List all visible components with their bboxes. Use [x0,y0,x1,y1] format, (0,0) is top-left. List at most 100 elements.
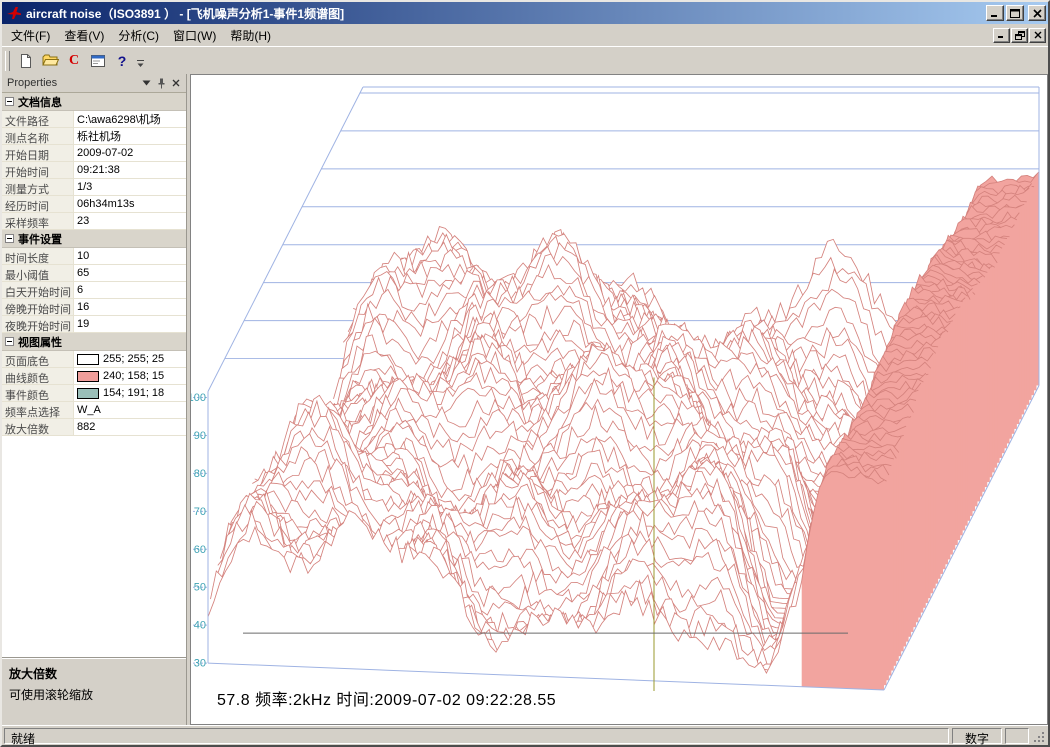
properties-panel-header[interactable]: Properties [2,74,186,93]
help-glyph: ? [118,53,127,69]
color-swatch [77,371,99,382]
collapse-icon[interactable] [5,337,14,346]
property-value: 1/3 [74,179,186,195]
statusbar: 就绪 数字 [2,725,1048,745]
properties-window-button[interactable] [86,49,110,72]
property-label: 最小阈值 [2,265,74,281]
property-value-text: 16 [77,301,89,313]
menu-analysis[interactable]: 分析(C) [111,24,166,47]
menu-window[interactable]: 窗口(W) [166,24,223,47]
property-label: 频率点选择 [2,402,74,418]
maximize-button[interactable] [1006,5,1024,21]
property-row[interactable]: 傍晚开始时间16 [2,299,186,316]
property-value-text: 65 [77,267,89,279]
app-icon [6,5,22,21]
app-window: aircraft noise（ISO3891 ） - [飞机噪声分析1-事件1频… [0,0,1050,747]
toolbar-overflow-button[interactable] [134,49,147,72]
property-value: 23 [74,213,186,229]
property-row[interactable]: 频率点选择W_A [2,402,186,419]
property-label: 采样频率 [2,213,74,229]
description-title: 放大倍数 [9,665,179,682]
close-icon[interactable] [169,77,183,90]
menu-view[interactable]: 查看(V) [57,24,111,47]
property-section-header[interactable]: 事件设置 [2,230,186,248]
menu-help[interactable]: 帮助(H) [223,24,278,47]
minimize-button[interactable] [986,5,1004,21]
axis-tick-label: 100 [191,392,206,404]
property-value: 255; 255; 25 [74,351,186,367]
property-value-text: 23 [77,215,89,227]
menu-file[interactable]: 文件(F) [4,24,57,47]
mdi-restore-button[interactable] [1011,28,1028,43]
property-row[interactable]: 文件路径C:\awa6298\机场 [2,111,186,128]
property-row[interactable]: 经历时间06h34m13s [2,196,186,213]
help-button[interactable]: ? [110,49,134,72]
property-row[interactable]: 页面底色255; 255; 25 [2,351,186,368]
property-value-text: W_A [77,404,101,416]
property-label: 白天开始时间 [2,282,74,298]
chinese-toggle-button[interactable]: C [62,49,86,72]
axis-tick-label: 80 [194,468,206,480]
axis-tick-label: 50 [194,582,206,594]
property-section-header[interactable]: 视图属性 [2,333,186,351]
property-row[interactable]: 放大倍数882 [2,419,186,436]
property-value-text: 255; 255; 25 [103,353,164,365]
property-row[interactable]: 事件颜色154; 191; 18 [2,385,186,402]
property-value-text: C:\awa6298\机场 [77,111,161,127]
property-value: 09:21:38 [74,162,186,178]
section-title: 视图属性 [18,334,62,350]
property-row[interactable]: 测量方式1/3 [2,179,186,196]
toolbar-grip[interactable] [5,51,10,71]
status-message: 就绪 [4,728,949,744]
titlebar[interactable]: aircraft noise（ISO3891 ） - [飞机噪声分析1-事件1频… [2,2,1048,24]
property-value-text: 09:21:38 [77,164,120,176]
property-value: 2009-07-02 [74,145,186,161]
property-row[interactable]: 时间长度10 [2,248,186,265]
mdi-close-button[interactable] [1029,28,1046,43]
mdi-minimize-button[interactable] [993,28,1010,43]
waterfall-plot[interactable]: 10090807060504030 [191,75,1047,724]
pin-icon[interactable] [154,77,168,90]
section-title: 文档信息 [18,94,62,110]
chevron-down-icon[interactable] [139,77,153,90]
property-label: 事件颜色 [2,385,74,401]
close-button[interactable] [1028,5,1046,21]
minimize-icon [997,31,1006,39]
properties-panel: Properties 文档信息文件路径C:\awa6298\机场测点名称栎社机场… [2,74,187,725]
new-document-button[interactable] [14,49,38,72]
property-row[interactable]: 开始日期2009-07-02 [2,145,186,162]
property-label: 文件路径 [2,111,74,127]
resize-grip[interactable] [1032,728,1046,744]
new-document-icon [18,53,34,69]
property-label: 曲线颜色 [2,368,74,384]
section-title: 事件设置 [18,231,62,247]
chinese-toggle-glyph: C [69,53,79,69]
open-file-button[interactable] [38,49,62,72]
property-row[interactable]: 白天开始时间6 [2,282,186,299]
property-label: 经历时间 [2,196,74,212]
property-grid[interactable]: 文档信息文件路径C:\awa6298\机场测点名称栎社机场开始日期2009-07… [2,93,186,657]
property-value-text: 6 [77,284,83,296]
property-value: 882 [74,419,186,435]
property-row[interactable]: 最小阈值65 [2,265,186,282]
property-row[interactable]: 夜晚开始时间19 [2,316,186,333]
property-value-text: 2009-07-02 [77,147,133,159]
property-value-text: 栎社机场 [77,128,121,144]
chevron-down-icon [136,60,145,69]
property-row[interactable]: 测点名称栎社机场 [2,128,186,145]
level-axis: 10090807060504030 [191,392,208,670]
property-description: 放大倍数 可使用滚轮缩放 [2,657,186,725]
property-label: 测点名称 [2,128,74,144]
property-row[interactable]: 采样频率23 [2,213,186,230]
property-row[interactable]: 开始时间09:21:38 [2,162,186,179]
collapse-icon[interactable] [5,97,14,106]
collapse-icon[interactable] [5,234,14,243]
property-value-text: 06h34m13s [77,198,135,210]
property-value: 65 [74,265,186,281]
property-label: 傍晚开始时间 [2,299,74,315]
property-section-header[interactable]: 文档信息 [2,93,186,111]
description-text: 可使用滚轮缩放 [9,686,179,703]
property-row[interactable]: 曲线颜色240; 158; 15 [2,368,186,385]
property-value: C:\awa6298\机场 [74,111,186,127]
property-label: 测量方式 [2,179,74,195]
